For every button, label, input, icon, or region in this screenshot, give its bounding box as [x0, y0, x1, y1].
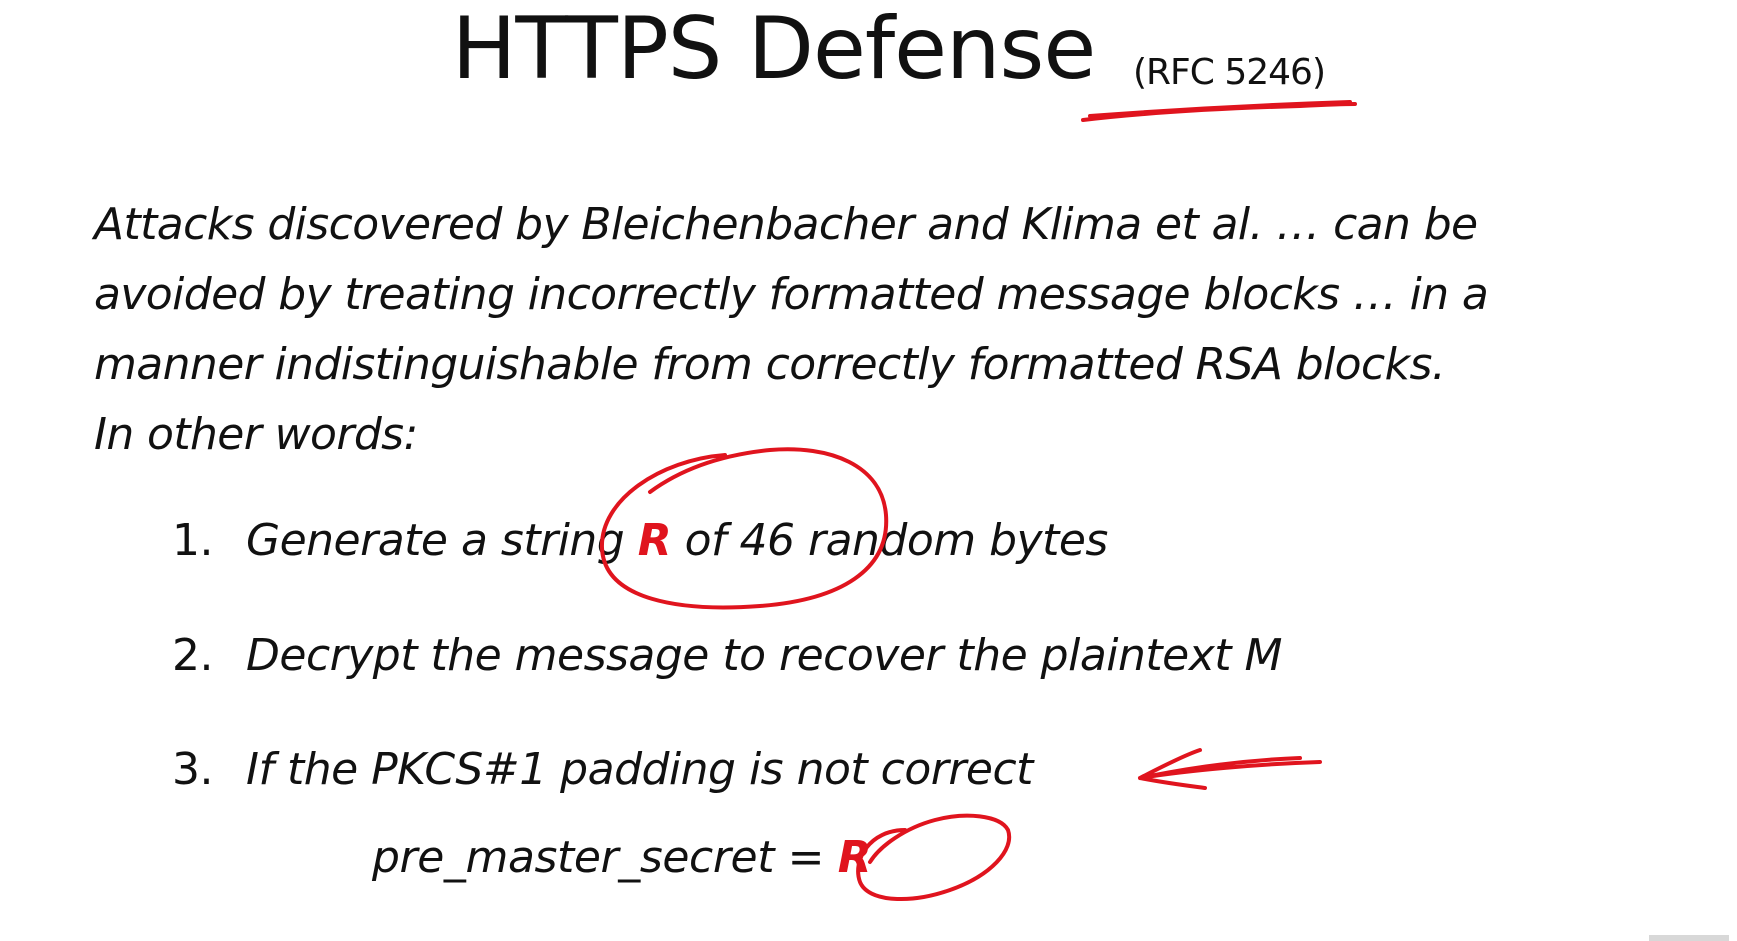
step-text: Decrypt the message to recover the plain…	[246, 630, 1282, 681]
footer-watermark	[1649, 935, 1729, 941]
ink-annotations	[599, 100, 1357, 901]
step-3: 3. If the PKCS#1 padding is not correct	[172, 744, 1033, 795]
intro-line: In other words:	[94, 409, 418, 460]
arrow-icon	[1138, 748, 1322, 790]
step-1: 1. Generate a string R of 46 random bytes	[172, 515, 1108, 566]
step-text: of 46 random bytes	[671, 515, 1109, 566]
rfc-reference: (RFC 5246)	[1133, 52, 1326, 93]
slide-title: HTTPS Defense	[0, 6, 1737, 92]
assignment-lhs: pre_master_secret =	[372, 832, 838, 883]
step-2: 2. Decrypt the message to recover the pla…	[172, 630, 1282, 681]
step-text: If the PKCS#1 padding is not correct	[246, 744, 1033, 795]
slide: HTTPS Defense (RFC 5246) Attacks discove…	[0, 0, 1737, 941]
intro-line: avoided by treating incorrectly formatte…	[94, 269, 1489, 320]
step-number: 3.	[172, 744, 213, 795]
rfc-underline	[1081, 100, 1357, 122]
highlighted-variable: R	[637, 515, 672, 566]
step-number: 1.	[172, 515, 213, 566]
assignment-line: pre_master_secret = R	[372, 832, 872, 883]
title-text: HTTPS Defense	[451, 0, 1097, 99]
step-number: 2.	[172, 630, 213, 681]
intro-line: Attacks discovered by Bleichenbacher and…	[94, 199, 1478, 250]
assignment-rhs: R	[837, 832, 872, 883]
step-text: Generate a string	[246, 515, 638, 566]
intro-line: manner indistinguishable from correctly …	[94, 339, 1446, 390]
intro-paragraph: Attacks discovered by Bleichenbacher and…	[94, 190, 1654, 470]
circle-around-r-result	[856, 813, 1012, 901]
